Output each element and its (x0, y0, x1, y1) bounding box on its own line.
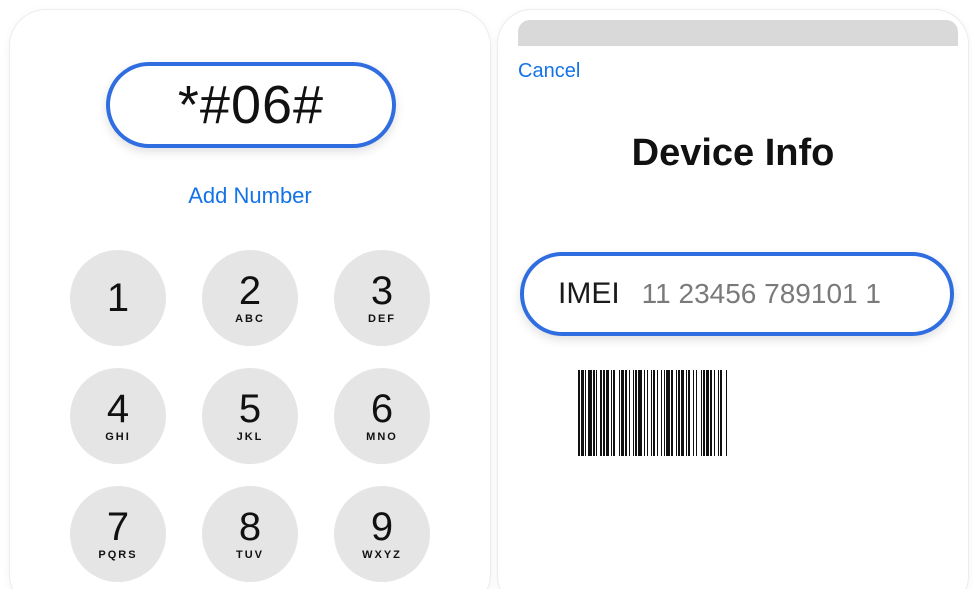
barcode-bar (714, 370, 715, 456)
barcode-bar (706, 370, 709, 456)
barcode-bar (710, 370, 712, 456)
barcode-bar (596, 370, 597, 456)
barcode-bar (651, 370, 652, 456)
imei-row: IMEI 11 23456 789101 1 (520, 252, 954, 336)
barcode-bar (688, 370, 690, 456)
barcode-bar (619, 370, 620, 456)
barcode-bar (625, 370, 627, 456)
barcode-bar (581, 370, 584, 456)
key-digit: 1 (106, 276, 130, 320)
keypad: 1 2 ABC 3 DEF 4 GHI 5 JKL 6 MNO 7 PQRS 8… (10, 10, 490, 589)
barcode-bar (638, 370, 642, 456)
barcode-bar (718, 370, 719, 456)
key-letters: JKL (236, 431, 264, 443)
barcode-bar (633, 370, 634, 456)
barcode-bar (613, 370, 615, 456)
key-6[interactable]: 6 MNO (334, 368, 430, 464)
barcode-bar (678, 370, 680, 456)
barcode-bar (593, 370, 595, 456)
barcode-bar (621, 370, 624, 456)
key-7[interactable]: 7 PQRS (70, 486, 166, 582)
barcode-bar (720, 370, 722, 456)
barcode-bar (611, 370, 612, 456)
barcode-bar (664, 370, 665, 456)
barcode-icon (578, 370, 727, 456)
key-digit: 7 (106, 505, 130, 549)
barcode-bar (696, 370, 697, 456)
barcode-bar (644, 370, 645, 456)
imei-value: 11 23456 789101 1 (641, 278, 881, 309)
key-digit: 5 (238, 387, 262, 431)
barcode-bar (629, 370, 630, 456)
sheet-title: Device Info (631, 132, 835, 174)
barcode-bar (703, 370, 705, 456)
key-2[interactable]: 2 ABC (202, 250, 298, 346)
key-3[interactable]: 3 DEF (334, 250, 430, 346)
barcode-bar (701, 370, 702, 456)
barcode-bar (635, 370, 637, 456)
key-digit: 3 (370, 269, 394, 313)
key-letters: WXYZ (362, 549, 402, 561)
barcode-bar (726, 370, 727, 456)
barcode-bar (606, 370, 609, 456)
dialer-screen: *#06# Add Number 1 2 ABC 3 DEF 4 GHI 5 J… (10, 10, 490, 589)
key-letters: ABC (235, 313, 265, 325)
cancel-button[interactable]: Cancel (518, 60, 580, 83)
key-digit: 4 (106, 387, 130, 431)
barcode-bar (676, 370, 677, 456)
barcode-bar (647, 370, 648, 456)
barcode-bar (686, 370, 687, 456)
barcode-bar (671, 370, 673, 456)
barcode-bar (666, 370, 670, 456)
barcode-bar (653, 370, 655, 456)
key-5[interactable]: 5 JKL (202, 368, 298, 464)
key-digit: 2 (238, 269, 262, 313)
barcode-bar (585, 370, 586, 456)
barcode-bar (578, 370, 580, 456)
key-4[interactable]: 4 GHI (70, 368, 166, 464)
key-digit: 6 (370, 387, 394, 431)
barcode-bar (681, 370, 684, 456)
key-letters: MNO (366, 431, 398, 443)
key-digit: 8 (238, 505, 262, 549)
screenshot-stage: *#06# Add Number 1 2 ABC 3 DEF 4 GHI 5 J… (0, 0, 973, 589)
barcode-bar (661, 370, 662, 456)
barcode-bar (693, 370, 694, 456)
key-letters: PQRS (98, 549, 138, 561)
key-letters: DEF (368, 313, 396, 325)
imei-label: IMEI (558, 277, 620, 310)
barcode-bar (657, 370, 658, 456)
barcode-bar (603, 370, 605, 456)
key-digit: 9 (370, 505, 394, 549)
sheet-header-bar (518, 20, 958, 46)
key-9[interactable]: 9 WXYZ (334, 486, 430, 582)
barcode-bar (600, 370, 602, 456)
barcode-bar (588, 370, 592, 456)
device-info-screen: Cancel Device Info IMEI 11 23456 789101 … (498, 10, 968, 589)
key-letters: GHI (105, 431, 131, 443)
key-letters: TUV (236, 549, 264, 561)
key-1[interactable]: 1 (70, 250, 166, 346)
key-8[interactable]: 8 TUV (202, 486, 298, 582)
